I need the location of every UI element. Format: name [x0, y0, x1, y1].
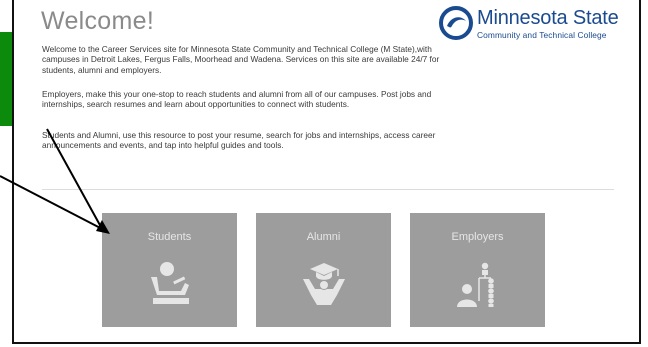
students-tile[interactable]: Students	[102, 213, 237, 327]
employers-tile[interactable]: Employers	[410, 213, 545, 327]
students-tile-label: Students	[147, 231, 192, 243]
intro-paragraph: Welcome to the Career Services site for …	[42, 44, 440, 75]
graduate-cheering-icon	[302, 263, 345, 305]
logo-name: Minnesota State	[477, 7, 619, 29]
m-state-swirl-icon	[439, 6, 473, 40]
employers-tile-label: Employers	[451, 231, 504, 243]
section-divider	[42, 189, 614, 190]
alumni-tile[interactable]: Alumni	[256, 213, 391, 327]
students-alumni-paragraph: Students and Alumni, use this resource t…	[42, 130, 436, 151]
page-title: Welcome!	[41, 7, 155, 35]
employers-paragraph: Employers, make this your one-stop to re…	[42, 89, 432, 110]
logo-subtitle: Community and Technical College	[477, 30, 607, 40]
minnesota-state-logo[interactable]: Minnesota State Community and Technical …	[439, 6, 639, 46]
employer-org-chart-icon	[456, 262, 494, 307]
browser-content-frame: Welcome! Minnesota State Community and T…	[12, 0, 641, 344]
alumni-tile-label: Alumni	[306, 231, 341, 243]
student-at-desk-icon	[150, 262, 189, 304]
